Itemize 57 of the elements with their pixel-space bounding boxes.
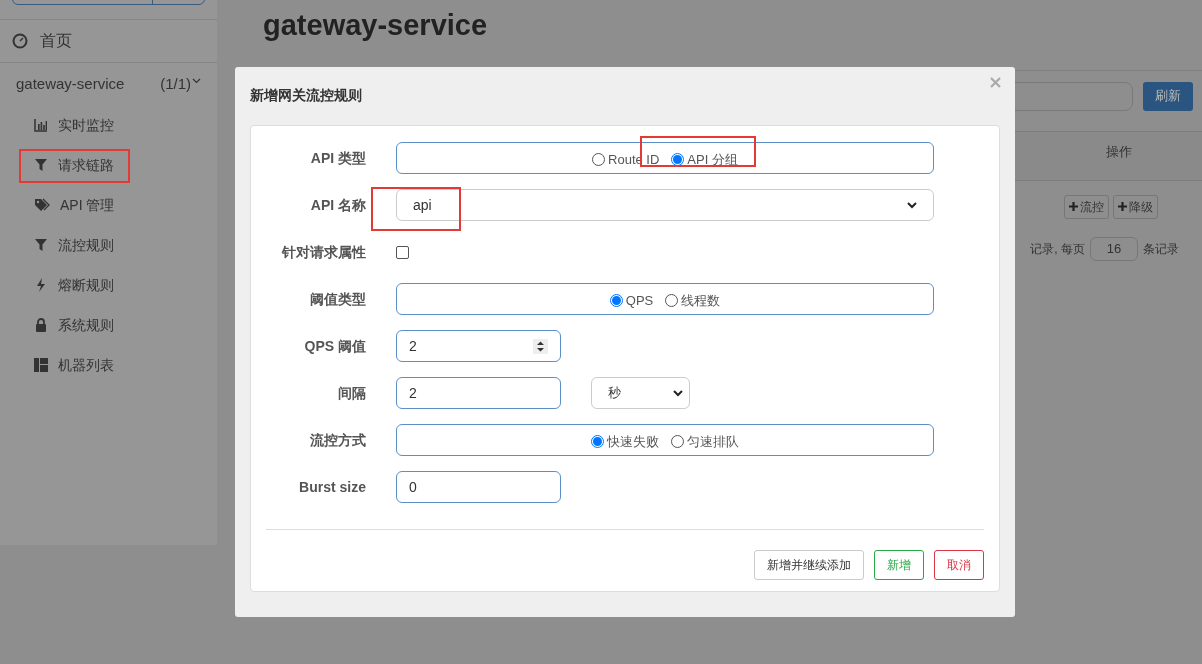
- radio-label[interactable]: API 分组: [687, 149, 738, 170]
- sidebar-item[interactable]: 机器列表: [0, 345, 217, 385]
- checkbox[interactable]: [396, 245, 409, 259]
- page-title: gateway-service: [263, 8, 489, 43]
- sidebar-item[interactable]: 系统规则: [0, 305, 217, 345]
- sidebar-item[interactable]: 流控规则: [0, 225, 217, 265]
- radio-label[interactable]: 线程数: [681, 290, 721, 311]
- filter-icon: [34, 158, 48, 172]
- dialog-button[interactable]: 新增: [874, 550, 924, 580]
- spinner-arrows-icon: [533, 338, 548, 354]
- radio-label[interactable]: 快速失败: [607, 431, 659, 452]
- row-action-button[interactable]: 流控: [1064, 194, 1109, 219]
- radio-button[interactable]: [665, 294, 679, 307]
- plus-icon: [1118, 202, 1127, 211]
- radio-button[interactable]: [591, 435, 604, 448]
- sidebar-item[interactable]: 实时监控: [0, 105, 217, 145]
- pagination-text: 条记录: [1143, 240, 1179, 258]
- app-header[interactable]: gateway-service (1/1): [0, 63, 217, 105]
- refresh-button[interactable]: 刷新: [1143, 81, 1193, 111]
- tag-icon: [34, 198, 50, 212]
- field-label: API 类型: [309, 148, 366, 168]
- field-label: 针对请求属性: [280, 242, 366, 262]
- sidebar-item[interactable]: 请求链路: [0, 145, 217, 185]
- field-label: API 名称: [309, 195, 366, 215]
- radio-label[interactable]: QPS: [625, 290, 654, 311]
- field-label: 阈值类型: [309, 289, 366, 309]
- radio-button[interactable]: [671, 435, 684, 448]
- filter-icon: [34, 238, 48, 252]
- pagination-text: 记录, 每页: [1030, 240, 1085, 258]
- field-label: 流控方式: [309, 430, 366, 450]
- lightning-icon: [34, 278, 48, 292]
- radio-label[interactable]: 匀速排队: [687, 431, 739, 452]
- select-field[interactable]: api: [396, 189, 934, 221]
- home-link[interactable]: 首页: [0, 20, 217, 63]
- dialog-button[interactable]: 取消: [934, 550, 984, 580]
- grid-icon: [34, 358, 48, 372]
- radio-button[interactable]: [592, 153, 606, 166]
- modal-title: 新增网关流控规则: [250, 86, 362, 105]
- interval-field[interactable]: 2: [396, 377, 561, 409]
- chevron-down-icon: [673, 389, 683, 397]
- column-header: 操作: [1105, 142, 1133, 161]
- dashboard-icon: [12, 33, 28, 49]
- unit-select[interactable]: 秒: [591, 377, 690, 409]
- sidebar-item[interactable]: API 管理: [0, 185, 217, 225]
- row-action-button[interactable]: 降级: [1113, 194, 1158, 219]
- field-label: QPS 阈值: [303, 336, 366, 356]
- chevron-down-icon: [907, 201, 917, 209]
- lock-icon: [34, 318, 48, 332]
- plus-icon: [1069, 202, 1078, 211]
- field-label: 间隔: [337, 383, 366, 403]
- bar-chart-icon: [34, 118, 48, 132]
- number-field[interactable]: 2: [396, 330, 561, 362]
- sidebar-item[interactable]: 熔断规则: [0, 265, 217, 305]
- page-size-field[interactable]: 16: [1090, 236, 1138, 261]
- field-label: Burst size: [298, 477, 366, 497]
- dialog-button[interactable]: 新增并继续添加: [754, 550, 864, 580]
- burst-size-field[interactable]: 0: [396, 471, 561, 503]
